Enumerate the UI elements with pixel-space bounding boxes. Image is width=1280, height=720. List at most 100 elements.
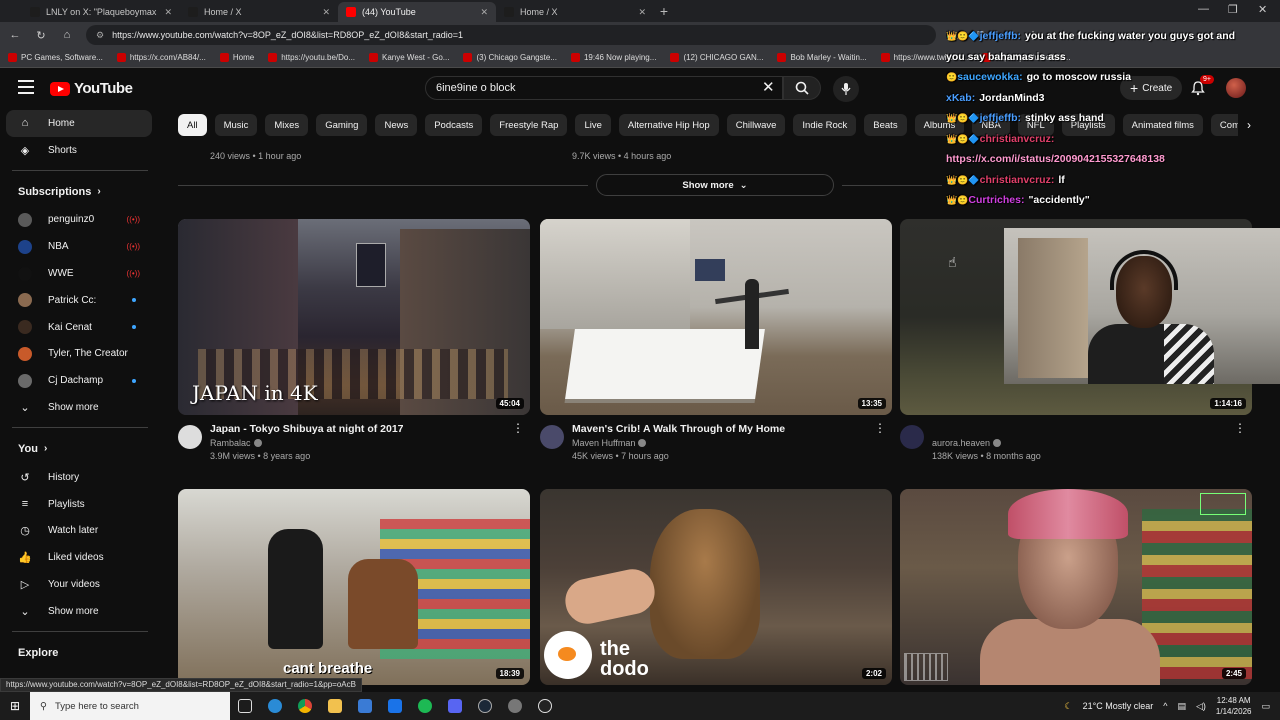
subscriptions-header[interactable]: Subscriptions › (0, 177, 160, 207)
clear-search-icon[interactable]: ✕ (762, 78, 775, 96)
bookmark-item[interactable]: 19:46 Now playing... (570, 53, 656, 62)
search-button[interactable] (783, 76, 821, 100)
tab-close-icon[interactable]: ✕ (480, 7, 488, 18)
edge-browser-icon[interactable] (260, 692, 290, 720)
tab-close-icon[interactable]: ✕ (322, 7, 330, 18)
video-thumbnail[interactable]: 2:45 (900, 489, 1252, 685)
video-card[interactable]: 2:45 (900, 489, 1252, 685)
chip-gaming[interactable]: Gaming (316, 114, 368, 136)
channel-avatar[interactable] (900, 425, 924, 449)
sidebar-subscription[interactable]: Cj Dachamp (0, 367, 160, 394)
hamburger-menu-icon[interactable] (18, 80, 34, 94)
video-thumbnail[interactable]: the dodo 2:02 (540, 489, 892, 685)
discord-icon[interactable] (440, 692, 470, 720)
bookmark-item[interactable]: https://x.com/AB84/... (116, 53, 206, 62)
video-title[interactable]: Japan - Tokyo Shibuya at night of 2017 (210, 423, 510, 435)
search-input[interactable]: 6ine9ine o block (425, 76, 783, 100)
chip-chillwave[interactable]: Chillwave (726, 114, 786, 136)
sidebar-subscription[interactable]: Tyler, The Creator (0, 341, 160, 368)
browser-tab[interactable]: LNLY on X: "Plaqueboymax talks ✕ (22, 2, 180, 22)
tab-close-icon[interactable]: ✕ (164, 7, 172, 18)
tray-chevron-icon[interactable]: ^ (1163, 701, 1167, 711)
sidebar-subscription[interactable]: Kai Cenat (0, 314, 160, 341)
site-info-icon[interactable]: ⚙ (96, 30, 104, 41)
more-actions-icon[interactable]: ⋮ (1234, 422, 1246, 434)
you-show-more[interactable]: ⌄ Show more (0, 598, 160, 625)
task-view-icon[interactable] (230, 692, 260, 720)
video-title[interactable]: Maven's Crib! A Walk Through of My Home (572, 423, 872, 435)
notification-center-icon[interactable]: ▭ (1261, 701, 1270, 712)
home-icon[interactable]: ⌂ (60, 29, 74, 41)
more-actions-icon[interactable]: ⋮ (874, 422, 886, 434)
clock[interactable]: 12:48 AM 1/14/2026 (1216, 695, 1252, 717)
new-tab-button[interactable]: + (654, 2, 674, 22)
chip-podcasts[interactable]: Podcasts (425, 114, 483, 136)
chip-freestyle-rap[interactable]: Freestyle Rap (490, 114, 568, 136)
video-card[interactable]: cant breathe 18:39 (178, 489, 530, 685)
browser-tab[interactable]: Home / X ✕ (180, 2, 338, 22)
sidebar-subscription[interactable]: WWE ((•)) (0, 260, 160, 287)
sidebar-item-history[interactable]: ↺ History (0, 464, 160, 491)
subscriptions-show-more[interactable]: ⌄ Show more (0, 394, 160, 421)
show-more-button[interactable]: Show more ⌄ (596, 174, 834, 196)
video-card[interactable]: JAPAN in 4K 45:04 Japan - Tokyo Shibuya … (178, 219, 530, 483)
weather-text[interactable]: 21°C Mostly clear (1083, 701, 1154, 711)
steam-icon[interactable] (470, 692, 500, 720)
browser-tab[interactable]: Home / X ✕ (496, 2, 654, 22)
chip-news[interactable]: News (375, 114, 418, 136)
video-card[interactable]: 13:35 Maven's Crib! A Walk Through of My… (540, 219, 892, 483)
minimize-icon[interactable]: — (1198, 3, 1209, 15)
chip-music[interactable]: Music (214, 114, 258, 136)
channel-avatar[interactable] (178, 425, 202, 449)
close-window-icon[interactable]: ✕ (1258, 3, 1267, 16)
video-card[interactable]: the dodo 2:02 (540, 489, 892, 685)
channel-name[interactable]: Maven Huffman (572, 438, 647, 448)
bookmark-item[interactable]: (3) Chicago Gangste... (463, 53, 557, 62)
volume-icon[interactable]: ◁) (1196, 701, 1206, 712)
video-thumbnail[interactable]: JAPAN in 4K 45:04 (178, 219, 530, 415)
app-icon[interactable] (500, 692, 530, 720)
chip-alternative-hip-hop[interactable]: Alternative Hip Hop (618, 114, 719, 136)
sidebar-item-shorts[interactable]: ◈ Shorts (0, 137, 160, 164)
video-thumbnail[interactable]: 13:35 (540, 219, 892, 415)
sidebar-item-liked-videos[interactable]: 👍 Liked videos (0, 544, 160, 571)
sidebar-item-playlists[interactable]: ≡ Playlists (0, 491, 160, 518)
bookmark-item[interactable]: https://youtu.be/Do... (268, 53, 355, 62)
spotify-icon[interactable] (410, 692, 440, 720)
channel-name[interactable]: Rambalac (210, 438, 262, 448)
address-bar[interactable]: ⚙ https://www.youtube.com/watch?v=8OP_eZ… (86, 25, 936, 45)
sidebar-subscription[interactable]: NBA ((•)) (0, 233, 160, 260)
restore-icon[interactable]: ❐ (1228, 3, 1238, 16)
youtube-logo[interactable]: YouTube (50, 80, 133, 97)
bookmark-item[interactable]: (12) CHICAGO GAN... (670, 53, 763, 62)
bookmark-item[interactable]: Bob Marley - Waitin... (777, 53, 867, 62)
taskbar-search-input[interactable]: ⚲ Type here to search (30, 692, 230, 720)
bookmark-item[interactable]: PC Games, Software... (8, 53, 103, 62)
chip-live[interactable]: Live (575, 114, 611, 136)
file-explorer-icon[interactable] (320, 692, 350, 720)
more-actions-icon[interactable]: ⋮ (512, 422, 524, 434)
bookmark-item[interactable]: Kanye West - Go... (369, 53, 449, 62)
channel-name[interactable]: aurora.heaven (932, 438, 1002, 448)
channel-avatar[interactable] (540, 425, 564, 449)
sidebar-item-your-videos[interactable]: ▷ Your videos (0, 571, 160, 598)
bookmark-item[interactable]: Home (219, 53, 254, 62)
chrome-icon[interactable] (290, 692, 320, 720)
reload-icon[interactable]: ↻ (34, 29, 48, 42)
video-thumbnail[interactable]: cant breathe 18:39 (178, 489, 530, 685)
chip-mixes[interactable]: Mixes (265, 114, 309, 136)
sidebar-subscription[interactable]: Patrick Cc: (0, 287, 160, 314)
store-icon[interactable] (350, 692, 380, 720)
voice-search-button[interactable] (833, 76, 859, 102)
you-header[interactable]: You › (0, 434, 160, 464)
browser-tab[interactable]: (44) YouTube ✕ (338, 2, 496, 22)
chip-all[interactable]: All (178, 114, 207, 136)
tab-close-icon[interactable]: ✕ (638, 7, 646, 18)
sidebar-item-watch-later[interactable]: ◷ Watch later (0, 518, 160, 545)
sidebar-subscription[interactable]: penguinz0 ((•)) (0, 207, 160, 234)
mail-icon[interactable] (380, 692, 410, 720)
back-icon[interactable]: ← (8, 29, 22, 41)
obs-icon[interactable] (530, 692, 560, 720)
chip-indie-rock[interactable]: Indie Rock (793, 114, 857, 136)
chip-beats[interactable]: Beats (864, 114, 907, 136)
